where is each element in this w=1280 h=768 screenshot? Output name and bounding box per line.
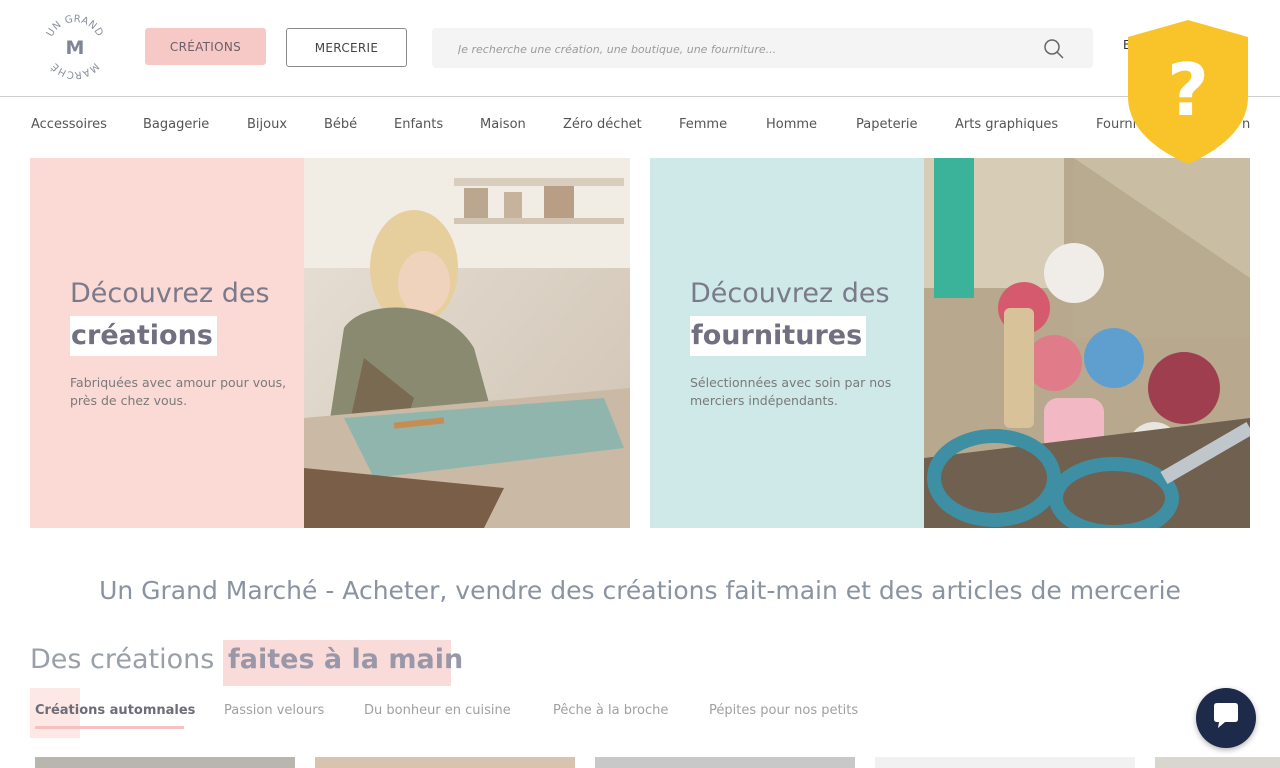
product-card[interactable] [1155,757,1280,768]
active-tab-underline [35,726,184,729]
hero-fournitures-text: Découvrez des fournitures Sélectionnées … [690,274,910,410]
search-icon[interactable] [1042,37,1066,61]
category-nav: Accessoires Bagagerie Bijoux Bébé Enfant… [0,97,1280,153]
search-input[interactable] [456,38,1030,60]
svg-text:UN GRAND: UN GRAND [45,14,105,39]
tab-passion-velours[interactable]: Passion velours [224,703,324,718]
help-shield-badge[interactable]: ? [1126,19,1250,165]
nav-item-bagagerie[interactable]: Bagagerie [143,117,209,132]
hero-fournitures-subtitle: Sélectionnées avec soin par nos merciers… [690,375,892,408]
hero-creations-line1: Découvrez des [70,278,270,309]
hero-creations-subtitle: Fabriquées avec amour pour vous, près de… [70,375,287,408]
hero-fournitures-banner[interactable]: Découvrez des fournitures Sélectionnées … [650,158,1250,528]
site-logo[interactable]: UN GRAND MARCHÉ M [42,14,108,80]
hero-creations-banner[interactable]: Découvrez des créations Fabriquées avec … [30,158,630,528]
page-headline: Un Grand Marché - Acheter, vendre des cr… [99,576,1181,605]
nav-item-accessoires[interactable]: Accessoires [31,117,107,132]
chat-button[interactable] [1196,688,1256,748]
nav-item-bebe[interactable]: Bébé [324,117,357,132]
section-title-highlight: faites à la main [228,644,464,675]
logo-top-text: UN GRAND [45,14,105,39]
svg-text:MARCHÉ: MARCHÉ [48,60,101,80]
product-card[interactable] [315,757,575,768]
nav-item-homme[interactable]: Homme [766,117,817,132]
nav-item-maison[interactable]: Maison [480,117,526,132]
nav-item-bijoux[interactable]: Bijoux [247,117,287,132]
product-card[interactable] [35,757,295,768]
hero-creations-text: Découvrez des créations Fabriquées avec … [70,274,290,410]
nav-item-enfants[interactable]: Enfants [394,117,443,132]
creations-button[interactable]: CRÉATIONS [145,28,266,65]
help-question-icon: ? [1167,48,1209,132]
product-card[interactable] [875,757,1135,768]
search-bar [432,28,1093,68]
logo-letter: M [66,37,85,59]
section-title: Des créations [30,644,215,675]
nav-item-arts-graphiques[interactable]: Arts graphiques [955,117,1058,132]
tab-peche-broche[interactable]: Pêche à la broche [553,703,668,718]
logo-bottom-text: MARCHÉ [48,60,100,80]
tab-creations-automnales[interactable]: Créations automnales [35,703,195,718]
hero-fournitures-line2: fournitures [690,316,867,356]
product-card[interactable] [595,757,855,768]
mercerie-button[interactable]: MERCERIE [286,28,407,67]
collection-tabs: Créations automnales Passion velours Du … [0,688,1280,738]
hero-creations-line2: créations [70,316,217,356]
hero-fournitures-line1: Découvrez des [690,278,890,309]
hero-creations-photo [304,158,630,528]
hero-fournitures-photo [924,158,1250,528]
nav-item-femme[interactable]: Femme [679,117,727,132]
chat-bubble-icon [1211,702,1241,734]
tab-bonheur-cuisine[interactable]: Du bonheur en cuisine [364,703,511,718]
nav-item-papeterie[interactable]: Papeterie [856,117,918,132]
nav-item-zero-dechet[interactable]: Zéro déchet [563,117,642,132]
tab-pepites-petits[interactable]: Pépites pour nos petits [709,703,858,718]
site-header: UN GRAND MARCHÉ M CRÉATIONS MERCERIE E [0,0,1280,97]
